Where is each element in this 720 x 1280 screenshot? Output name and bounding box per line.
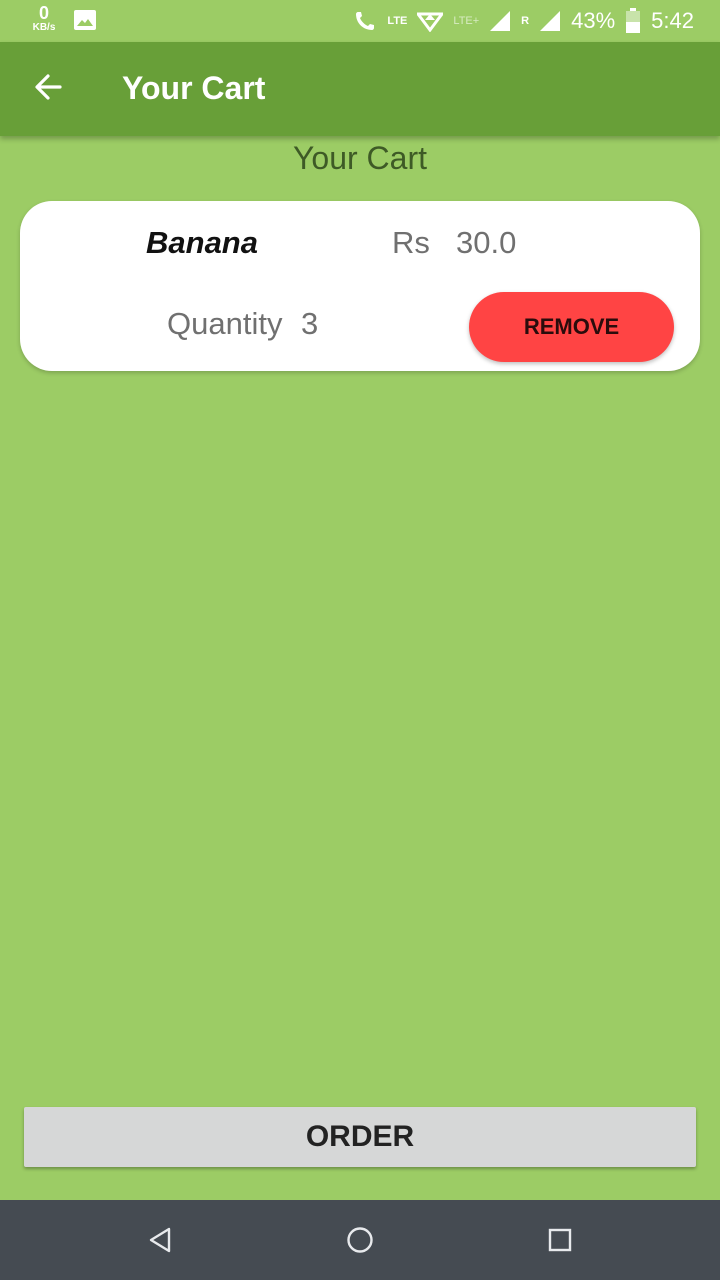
item-name: Banana [146,225,258,260]
arrow-left-icon [35,74,62,100]
item-price: 30.0 [456,225,517,260]
lte-label: LTE [387,15,408,27]
app-bar-title: Your Cart [122,70,266,106]
roaming-label: R [521,15,530,27]
item-currency: Rs [392,225,430,260]
cart-item-card: Banana Rs 30.0 Quantity 3 REMOVE [20,201,700,371]
signal-roaming-icon [540,11,561,31]
item-quantity-label: Quantity [167,306,283,341]
status-icons: LTE LTE+ R 43% 5:42 [353,0,694,42]
remove-button[interactable]: REMOVE [469,292,674,362]
item-quantity-value: 3 [301,306,319,341]
signal-icon [490,11,511,31]
navigation-bar [0,1200,720,1280]
page-heading: Your Cart [293,140,427,176]
app-bar: Your Cart [0,42,720,136]
status-bar: 0 KB/s LTE LTE+ R 43% 5:42 [0,0,720,42]
lte-plus-label: LTE+ [453,15,480,27]
network-speed-value: 0 [38,3,49,23]
image-notification-icon [74,10,96,30]
nav-back-button[interactable] [140,1220,180,1260]
order-button[interactable]: ORDER [24,1107,696,1167]
battery-percentage: 43% [571,8,616,33]
battery-icon [626,8,641,33]
network-speed-unit: KB/s [32,22,56,33]
volte-call-icon [356,12,375,30]
back-button[interactable] [26,65,70,109]
nav-recents-button[interactable] [540,1220,580,1260]
network-speed: 0 KB/s [28,4,60,33]
nav-home-button[interactable] [340,1220,380,1260]
circle-home-icon [347,1227,373,1253]
square-recents-icon [548,1228,572,1252]
clock: 5:42 [651,8,694,33]
triangle-back-icon [149,1227,171,1253]
data-transfer-icon [417,12,444,32]
